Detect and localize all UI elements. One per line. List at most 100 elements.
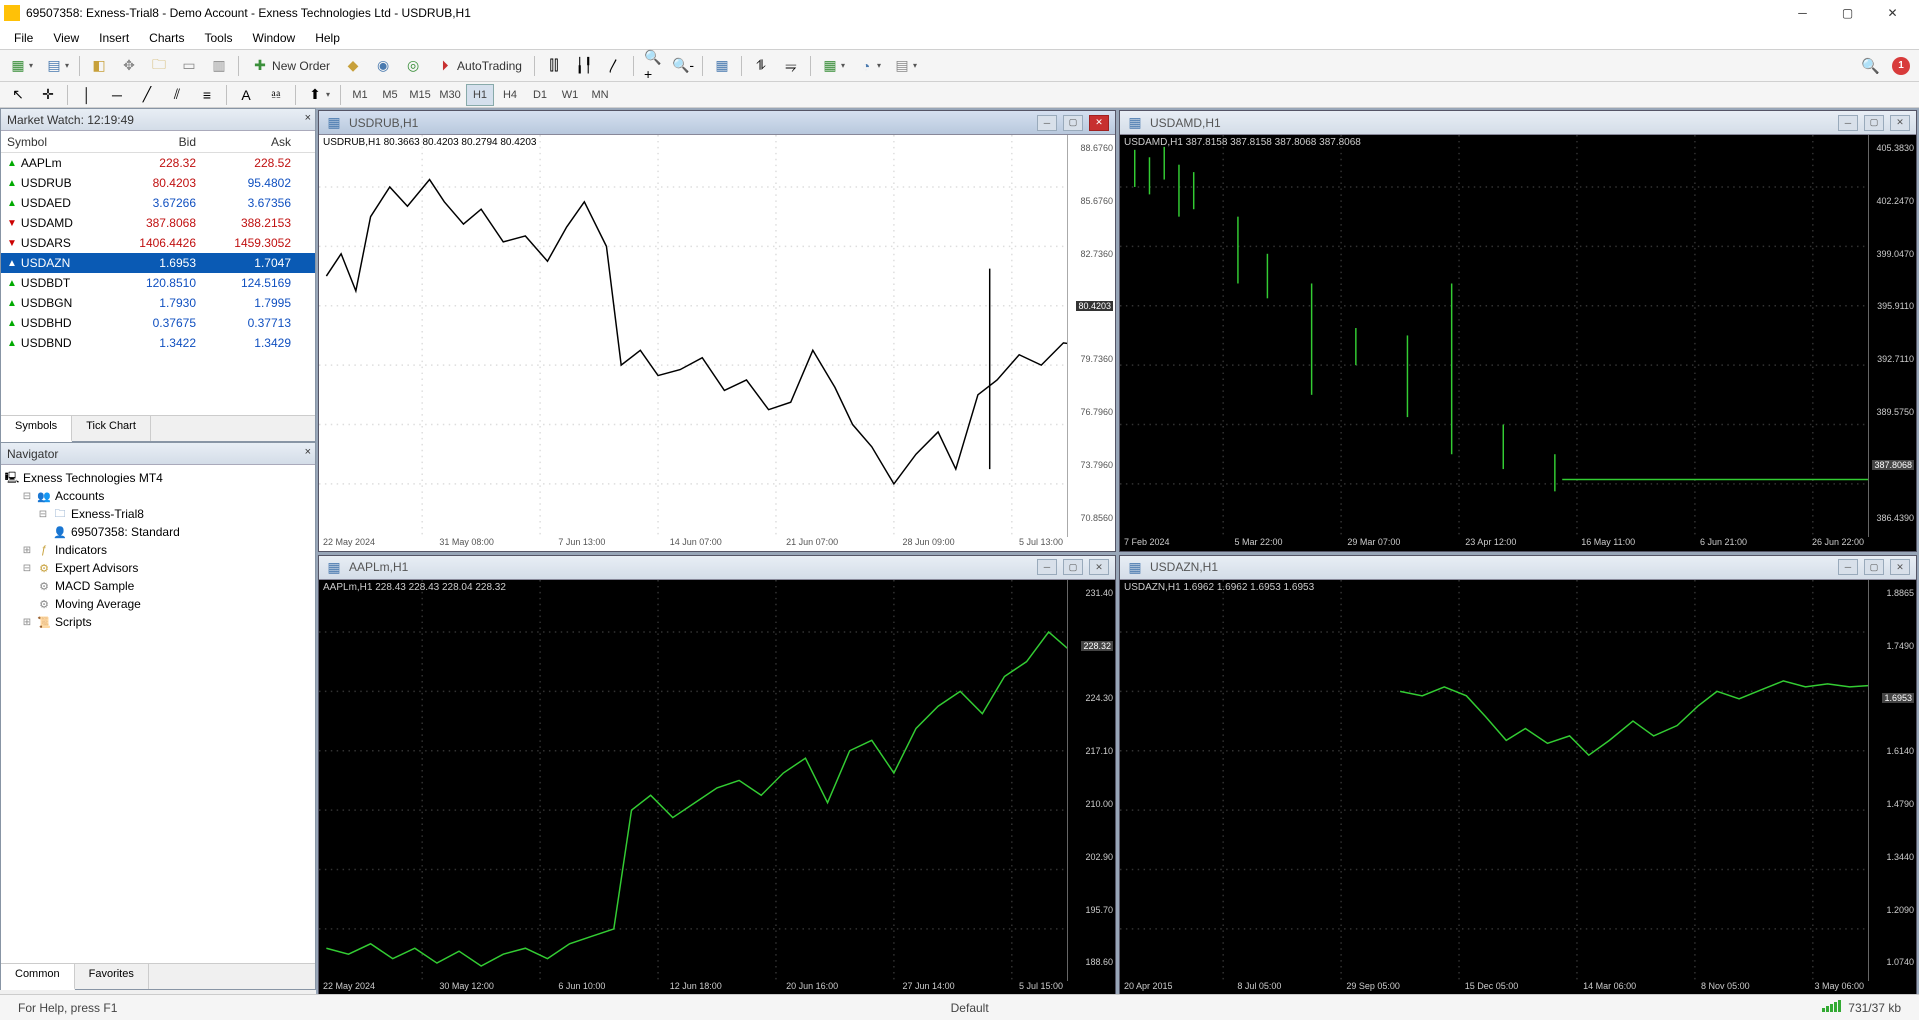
- tree-scripts[interactable]: ⊞📜Scripts: [5, 613, 311, 631]
- market-watch-row[interactable]: ▲USDAED3.672663.67356: [1, 193, 315, 213]
- market-watch-row[interactable]: ▲USDBDT120.8510124.5169: [1, 273, 315, 293]
- metaquotes-button[interactable]: ◆: [339, 53, 367, 79]
- chart-title-bar[interactable]: ▦ USDAZN,H1 ─ ▢ ✕: [1120, 556, 1916, 580]
- maximize-button[interactable]: ▢: [1825, 0, 1870, 26]
- new-chart-button[interactable]: ▦▾: [4, 53, 38, 79]
- chart-window-usdamd[interactable]: ▦ USDAMD,H1 ─ ▢ ✕ USDAMD,H1 387.8158 387…: [1119, 110, 1917, 552]
- chart-window-usdazn[interactable]: ▦ USDAZN,H1 ─ ▢ ✕ USDAZN,H1 1.6962 1.696…: [1119, 555, 1917, 997]
- col-symbol[interactable]: Symbol: [1, 135, 106, 149]
- chart-close-button[interactable]: ✕: [1089, 559, 1109, 575]
- market-watch-row[interactable]: ▲USDAZN1.69531.7047: [1, 253, 315, 273]
- chart-max-button[interactable]: ▢: [1063, 559, 1083, 575]
- market-watch-close-icon[interactable]: ×: [305, 112, 311, 124]
- tree-accounts[interactable]: ⊟👥Accounts: [5, 487, 311, 505]
- chart-window-usdrub[interactable]: ▦ USDRUB,H1 ─ ▢ ✕ USDRUB,H1 80.3663 80.4…: [318, 110, 1116, 552]
- bar-chart-button[interactable]: ⫿⫿: [540, 53, 568, 79]
- chart-min-button[interactable]: ─: [1037, 559, 1057, 575]
- chart-window-aaplm[interactable]: ▦ AAPLm,H1 ─ ▢ ✕ AAPLm,H1 228.43 228.43 …: [318, 555, 1116, 997]
- chart-min-button[interactable]: ─: [1838, 115, 1858, 131]
- tree-account-std[interactable]: 👤69507358: Standard: [5, 523, 311, 541]
- tree-moving-avg[interactable]: ⚙Moving Average: [5, 595, 311, 613]
- search-button[interactable]: 🔍: [1856, 53, 1885, 79]
- chart-canvas[interactable]: USDAZN,H1 1.6962 1.6962 1.6953 1.6953 1.…: [1120, 580, 1916, 996]
- timeframe-m5[interactable]: M5: [376, 84, 404, 106]
- periodicity-button[interactable]: ◔▾: [852, 53, 886, 79]
- navigator-button[interactable]: 🗀: [145, 53, 173, 79]
- col-bid[interactable]: Bid: [106, 135, 206, 149]
- candlestick-button[interactable]: ╽╿: [570, 53, 598, 79]
- market-watch-row[interactable]: ▲USDBGN1.79301.7995: [1, 293, 315, 313]
- templates-button[interactable]: ▤▾: [888, 53, 922, 79]
- horizontal-line-button[interactable]: ─: [103, 82, 131, 108]
- market-watch-row[interactable]: ▲AAPLm228.32228.52: [1, 153, 315, 173]
- new-order-button[interactable]: ✚New Order: [244, 53, 337, 79]
- text-button[interactable]: A: [232, 82, 260, 108]
- timeframe-h4[interactable]: H4: [496, 84, 524, 106]
- tree-macd[interactable]: ⚙MACD Sample: [5, 577, 311, 595]
- tree-indicators[interactable]: ⊞ƒIndicators: [5, 541, 311, 559]
- timeframe-w1[interactable]: W1: [556, 84, 584, 106]
- minimize-button[interactable]: ─: [1780, 0, 1825, 26]
- arrows-button[interactable]: ⬆▾: [301, 82, 335, 108]
- tree-experts[interactable]: ⊟⚙Expert Advisors: [5, 559, 311, 577]
- trendline-button[interactable]: ╱: [133, 82, 161, 108]
- timeframe-m15[interactable]: M15: [406, 84, 434, 106]
- vps-button[interactable]: ◎: [399, 53, 427, 79]
- profiles-button[interactable]: ▤▾: [40, 53, 74, 79]
- timeframe-h1[interactable]: H1: [466, 84, 494, 106]
- tab-favorites[interactable]: Favorites: [75, 964, 149, 989]
- zoom-out-button[interactable]: 🔍-: [669, 53, 697, 79]
- chart-title-bar[interactable]: ▦ USDAMD,H1 ─ ▢ ✕: [1120, 111, 1916, 135]
- collapse-icon[interactable]: ⊟: [37, 509, 49, 520]
- auto-scroll-button[interactable]: ⥭: [777, 53, 805, 79]
- market-watch-row[interactable]: ▼USDAMD387.8068388.2153: [1, 213, 315, 233]
- terminal-button[interactable]: ▭: [175, 53, 203, 79]
- line-chart-button[interactable]: 〳: [600, 53, 628, 79]
- menu-insert[interactable]: Insert: [89, 28, 139, 48]
- market-watch-row[interactable]: ▲USDBHD0.376750.37713: [1, 313, 315, 333]
- timeframe-d1[interactable]: D1: [526, 84, 554, 106]
- cursor-button[interactable]: ↖: [4, 82, 32, 108]
- market-watch-row[interactable]: ▼USDARS1406.44261459.3052: [1, 233, 315, 253]
- collapse-icon[interactable]: ⊟: [21, 491, 33, 502]
- chart-min-button[interactable]: ─: [1838, 559, 1858, 575]
- data-window-button[interactable]: ✥: [115, 53, 143, 79]
- expand-icon[interactable]: ⊞: [21, 545, 33, 556]
- tab-symbols[interactable]: Symbols: [1, 416, 72, 442]
- menu-tools[interactable]: Tools: [195, 28, 243, 48]
- market-watch-button[interactable]: ◧: [85, 53, 113, 79]
- market-watch-row[interactable]: ▲USDBND1.34221.3429: [1, 333, 315, 353]
- chart-max-button[interactable]: ▢: [1864, 115, 1884, 131]
- menu-help[interactable]: Help: [305, 28, 350, 48]
- status-connection[interactable]: 731/37 kb: [1812, 1000, 1911, 1015]
- chart-close-button[interactable]: ✕: [1890, 115, 1910, 131]
- equidistant-channel-button[interactable]: ⫽: [163, 82, 191, 108]
- close-button[interactable]: ✕: [1870, 0, 1915, 26]
- tab-common[interactable]: Common: [1, 964, 75, 990]
- chart-title-bar[interactable]: ▦ USDRUB,H1 ─ ▢ ✕: [319, 111, 1115, 135]
- menu-charts[interactable]: Charts: [139, 28, 194, 48]
- signals-button[interactable]: ◉: [369, 53, 397, 79]
- chart-close-button[interactable]: ✕: [1089, 115, 1109, 131]
- chart-close-button[interactable]: ✕: [1890, 559, 1910, 575]
- menu-window[interactable]: Window: [243, 28, 306, 48]
- chart-canvas[interactable]: AAPLm,H1 228.43 228.43 228.04 228.32 231…: [319, 580, 1115, 996]
- tree-exness-trial[interactable]: ⊟🗀Exness-Trial8: [5, 505, 311, 523]
- strategy-tester-button[interactable]: ▥: [205, 53, 233, 79]
- chart-max-button[interactable]: ▢: [1864, 559, 1884, 575]
- timeframe-mn[interactable]: MN: [586, 84, 614, 106]
- chart-max-button[interactable]: ▢: [1063, 115, 1083, 131]
- col-ask[interactable]: Ask: [206, 135, 301, 149]
- chart-title-bar[interactable]: ▦ AAPLm,H1 ─ ▢ ✕: [319, 556, 1115, 580]
- expand-icon[interactable]: ⊞: [21, 617, 33, 628]
- text-label-button[interactable]: ⎂: [262, 82, 290, 108]
- collapse-icon[interactable]: ⊟: [21, 563, 33, 574]
- vertical-line-button[interactable]: │: [73, 82, 101, 108]
- chart-canvas[interactable]: USDAMD,H1 387.8158 387.8158 387.8068 387…: [1120, 135, 1916, 551]
- tile-windows-button[interactable]: ▦: [708, 53, 736, 79]
- shift-button[interactable]: ⥮: [747, 53, 775, 79]
- chart-min-button[interactable]: ─: [1037, 115, 1057, 131]
- autotrading-button[interactable]: ⏵AutoTrading: [429, 53, 529, 79]
- market-watch-row[interactable]: ▲USDRUB80.420395.4802: [1, 173, 315, 193]
- status-profile[interactable]: Default: [941, 1001, 999, 1015]
